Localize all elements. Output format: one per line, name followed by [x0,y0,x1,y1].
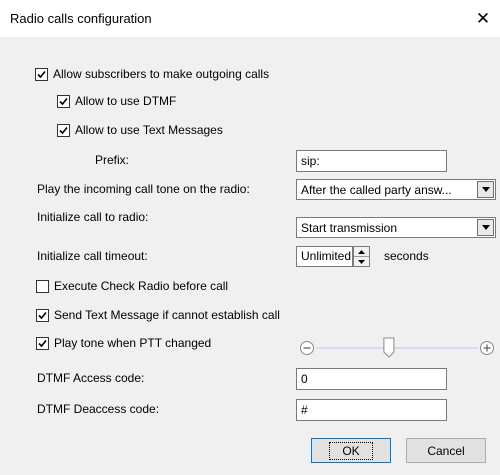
title-bar: Radio calls configuration ✕ [0,0,500,37]
window-title: Radio calls configuration [10,11,152,26]
prefix-label: Prefix: [95,153,130,167]
checkmark-icon [38,311,47,320]
incoming-tone-label: Play the incoming call tone on the radio… [37,182,250,196]
checkmark-icon [38,339,47,348]
slider-thumb[interactable] [383,337,395,358]
ok-button-label: OK [329,441,373,460]
dialog-body: Allow subscribers to make outgoing calls… [0,37,500,475]
init-call-value: Start transmission [301,221,398,235]
init-call-select[interactable]: Start transmission [296,217,496,238]
send-text-label[interactable]: Send Text Message if cannot establish ca… [54,308,280,322]
check-radio-checkbox[interactable] [36,280,49,293]
spin-down-icon[interactable] [354,256,369,266]
close-icon: ✕ [475,8,491,28]
check-radio-label[interactable]: Execute Check Radio before call [54,279,228,293]
allow-text-checkbox[interactable] [57,124,70,137]
send-text-checkbox[interactable] [36,309,49,322]
tone-volume-slider[interactable] [298,336,498,360]
incoming-tone-select[interactable]: After the called party answ... [296,179,496,200]
checkmark-icon [59,126,68,135]
spin-up-icon[interactable] [354,247,369,256]
play-tone-label[interactable]: Play tone when PTT changed [54,336,211,350]
prefix-input[interactable]: sip: [296,150,447,172]
cancel-button[interactable]: Cancel [406,438,486,463]
dropdown-arrow-icon[interactable] [477,181,494,198]
allow-dtmf-checkbox[interactable] [57,95,70,108]
incoming-tone-value: After the called party answ... [301,183,452,197]
dtmf-deaccess-label: DTMF Deaccess code: [37,402,160,416]
ok-button[interactable]: OK [311,438,391,463]
cancel-button-label: Cancel [427,443,465,458]
allow-outgoing-checkbox[interactable] [35,68,48,81]
allow-text-label[interactable]: Allow to use Text Messages [75,123,223,137]
spin-buttons[interactable] [353,246,370,267]
dtmf-deaccess-input[interactable]: # [296,399,447,421]
init-call-label: Initialize call to radio: [37,210,149,224]
close-button[interactable]: ✕ [466,0,500,37]
allow-outgoing-label[interactable]: Allow subscribers to make outgoing calls [53,67,269,81]
checkmark-icon [59,97,68,106]
allow-dtmf-label[interactable]: Allow to use DTMF [75,94,176,108]
timeout-unit: seconds [384,249,429,263]
play-tone-checkbox[interactable] [36,337,49,350]
timeout-label: Initialize call timeout: [37,249,148,263]
checkmark-icon [37,70,46,79]
plus-circle-icon[interactable] [480,341,494,355]
timeout-value[interactable]: Unlimited [296,246,353,267]
dtmf-access-label: DTMF Access code: [37,371,145,385]
dropdown-arrow-icon[interactable] [477,219,494,236]
dtmf-access-input[interactable]: 0 [296,368,447,390]
minus-circle-icon[interactable] [300,341,314,355]
